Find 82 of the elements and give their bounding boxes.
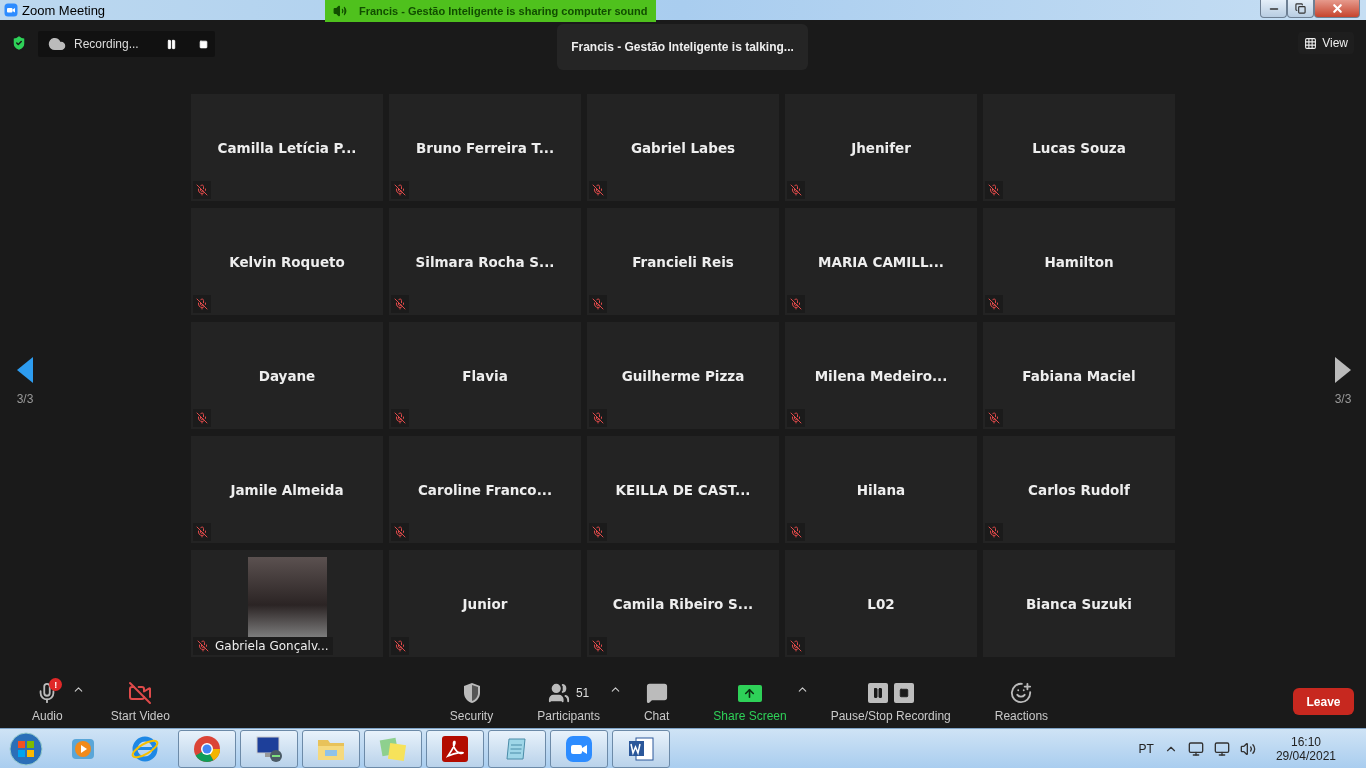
view-button[interactable]: View (1298, 32, 1354, 54)
taskbar-app-button[interactable] (178, 729, 236, 768)
monitor-icon (254, 734, 284, 763)
smiley-icon (1010, 682, 1033, 704)
pdf-icon (441, 734, 469, 763)
pause-icon (867, 683, 888, 703)
document-icon (627, 734, 655, 763)
participant-name: Bianca Suzuki (1026, 595, 1132, 612)
participant-name: Carlos Rudolf (1028, 481, 1130, 498)
pause-icon (165, 38, 177, 50)
participant-name: Guilherme Pizza (621, 367, 745, 384)
restore-icon (1295, 3, 1306, 14)
participant-name: KEILLA DE CAST... (615, 481, 751, 498)
participant-name: Silmara Rocha S... (415, 253, 555, 270)
participant-name: Hamilton (1044, 253, 1114, 270)
toast-text: Francis - Gestão Inteligente is talking... (571, 40, 794, 54)
alert-badge: ! (49, 678, 63, 691)
participant-name: Dayane (258, 367, 316, 384)
date-text: 29/04/2021 (1275, 748, 1336, 763)
participant-name: Francieli Reis (632, 253, 734, 270)
stop-icon (893, 683, 914, 703)
close-icon (1330, 2, 1344, 15)
next-page-arrow[interactable] (1334, 355, 1352, 384)
share-screen-icon (737, 684, 762, 702)
participant-name: Jhenifer (851, 139, 911, 156)
taskbar-app-button[interactable] (612, 729, 670, 768)
shield-icon (461, 682, 482, 704)
circle-logo-icon (193, 734, 221, 763)
participant-name: Hilana (856, 481, 906, 498)
speaker-icon (333, 4, 347, 18)
toolbar-button[interactable]: Security (445, 681, 498, 723)
participant-name: Camilla Letícia P... (217, 139, 357, 156)
participant-name: Kelvin Roqueto (229, 253, 345, 270)
taskbar-app-button[interactable] (240, 729, 298, 768)
shield-check-icon[interactable] (10, 34, 28, 52)
participant-name: Junior (462, 595, 508, 612)
participant-name: Camila Ribeiro S... (612, 595, 754, 612)
camera-app-icon (4, 3, 18, 17)
chat-icon (645, 682, 668, 704)
restore-button[interactable] (1287, 0, 1314, 18)
participant-name: Flavia (462, 367, 508, 384)
previous-page-arrow[interactable] (16, 355, 34, 384)
people-icon (547, 682, 570, 704)
leave-button[interactable]: Leave (1293, 688, 1354, 715)
clock[interactable]: 16:10 29/04/2021 (1275, 734, 1336, 763)
network-icon[interactable] (1187, 740, 1204, 757)
participant-count: 51 (575, 686, 590, 700)
toolbar-button[interactable]: Start Video (106, 681, 174, 723)
page-counter: 3/3 (16, 391, 34, 406)
participant-name: Lucas Souza (1032, 139, 1126, 156)
volume-icon[interactable] (1239, 740, 1256, 757)
participant-name: Jamile Almeida (230, 481, 344, 498)
participant-name: Gabriela Gonçalv... (215, 639, 329, 653)
close-button[interactable] (1314, 0, 1360, 18)
cloud-icon (48, 35, 66, 53)
toolbar-button[interactable]: 51 Participants (533, 681, 604, 723)
participant-name: Fabiana Maciel (1022, 367, 1136, 384)
window-title: Zoom Meeting (22, 2, 106, 18)
minimize-button[interactable] (1260, 0, 1287, 18)
toolbar-button[interactable]: ! Audio (28, 681, 67, 723)
network-icon[interactable] (1213, 740, 1230, 757)
toolbar-button[interactable]: Share Screen (709, 681, 791, 723)
language-indicator[interactable]: PT (1138, 741, 1154, 756)
video-off-icon (128, 681, 153, 705)
recording-label: Recording... (74, 37, 140, 51)
toolbar-button[interactable]: Reactions (990, 681, 1053, 723)
taskbar-app-button[interactable] (426, 729, 484, 768)
taskbar-app-button[interactable] (550, 729, 608, 768)
participant-name: MARIA CAMILL... (818, 253, 944, 270)
stop-icon (198, 39, 208, 49)
toolbar-button[interactable]: Pause/Stop Recording (826, 681, 955, 723)
grid-icon (1304, 36, 1318, 50)
banner-text: Francis - Gestão Inteligente is sharing computer sound (359, 5, 648, 17)
time-text: 16:10 (1290, 734, 1321, 749)
toolbar-button[interactable]: Chat (639, 681, 674, 723)
participant-name: Milena Medeiro... (814, 367, 948, 384)
participant-name: Bruno Ferreira T... (415, 139, 555, 156)
page-counter: 3/3 (1334, 391, 1352, 406)
participant-name: Gabriel Labes (630, 139, 736, 156)
participant-name: L02 (867, 595, 895, 612)
camera-app-icon (565, 734, 593, 763)
participant-name: Caroline Franco... (417, 481, 553, 498)
